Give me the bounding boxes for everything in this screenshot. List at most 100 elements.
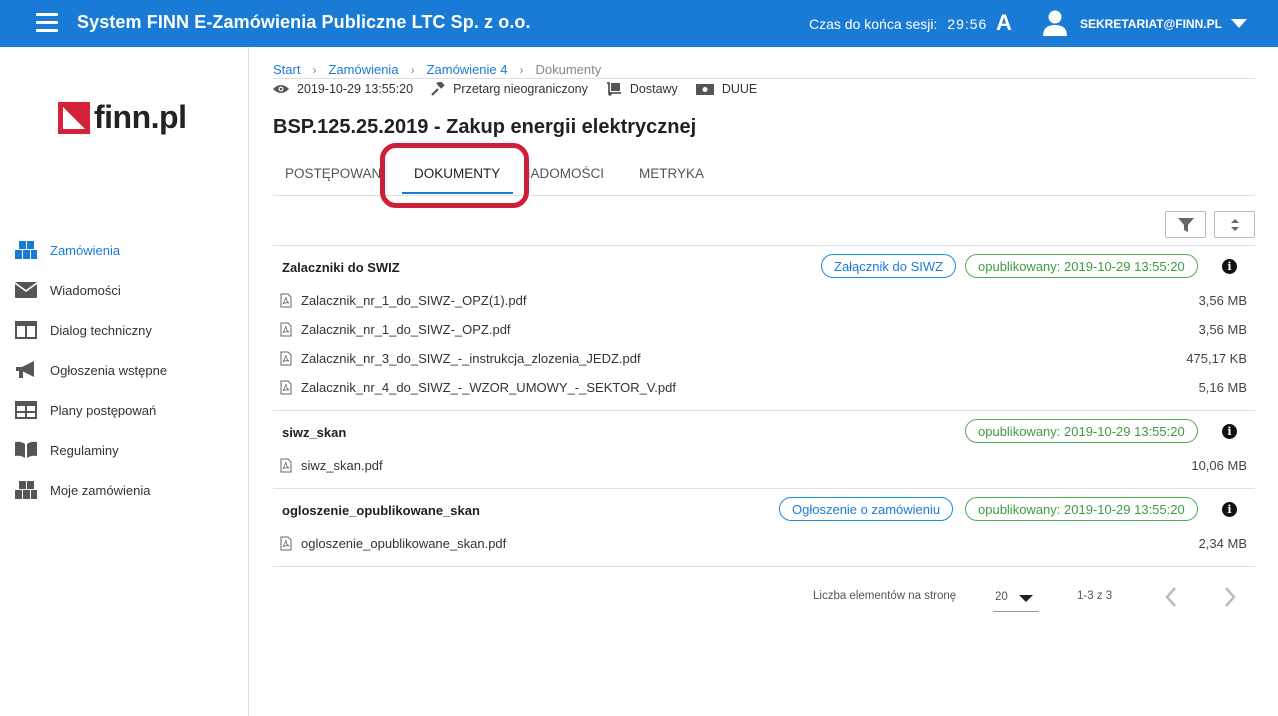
page-title: BSP.125.25.2019 - Zakup energii elektryc… [273, 116, 697, 138]
sidebar-item-label: Plany postępowań [50, 402, 157, 418]
page-size-label: Liczba elementów na stronę [813, 590, 957, 602]
sidebar-nav: Zamówienia Wiadomości Dialog techniczny … [0, 230, 248, 510]
tab-metryka[interactable]: METRYKA [639, 166, 704, 181]
sidebar-item-regulaminy[interactable]: Regulaminy [0, 430, 248, 470]
chevron-right-icon: › [312, 62, 317, 77]
group-title: ogloszenie_opublikowane_skan [282, 503, 480, 518]
document-group: siwz_skan opublikowany: 2019-10-29 13:55… [273, 411, 1255, 488]
page-range: 1-3 z 3 [1077, 590, 1113, 602]
breadcrumb-current: Dokumenty [535, 62, 602, 77]
file-name[interactable]: Zalacznik_nr_4_do_SIWZ_-_WZOR_UMOWY_-_SE… [301, 380, 676, 395]
envelope-icon [14, 280, 38, 300]
gavel-icon [431, 82, 445, 96]
file-size: 475,17 KB [1186, 351, 1247, 366]
eye-icon [273, 85, 289, 93]
file-row: Zalacznik_nr_3_do_SIWZ_-_instrukcja_zloz… [273, 344, 1255, 373]
file-name[interactable]: ogloszenie_opublikowane_skan.pdf [301, 536, 506, 551]
info-icon[interactable]: i [1222, 259, 1237, 274]
pdf-file-icon [280, 458, 292, 473]
boxes-icon [14, 240, 38, 260]
menu-icon[interactable] [36, 13, 58, 33]
boxes-icon [14, 480, 38, 500]
divider [273, 78, 1255, 79]
file-size: 2,34 MB [1198, 536, 1247, 551]
file-name[interactable]: siwz_skan.pdf [301, 458, 383, 473]
sidebar-item-label: Moje zamówienia [50, 482, 151, 498]
pdf-file-icon [280, 293, 292, 308]
next-page-button[interactable] [1216, 584, 1242, 610]
sidebar-item-zamowienia[interactable]: Zamówienia [0, 230, 248, 270]
info-icon[interactable]: i [1222, 502, 1237, 517]
sidebar-item-label: Zamówienia [50, 242, 121, 258]
meta-duue: DUUE [695, 82, 758, 96]
status-badge: opublikowany: 2019-10-29 13:55:20 [965, 254, 1198, 278]
sidebar: finn.pl Zamówienia Wiadomości Dialog tec… [0, 47, 249, 716]
sidebar-item-moje-zamowienia[interactable]: Moje zamówienia [0, 470, 248, 510]
font-size-toggle[interactable]: A [996, 10, 1012, 36]
table-icon [14, 400, 38, 420]
tab-postepowanie[interactable]: POSTĘPOWANIE [285, 166, 380, 181]
file-size: 3,56 MB [1198, 293, 1247, 308]
page-size-select[interactable]: 20 [993, 582, 1039, 612]
file-row: Zalacznik_nr_1_do_SIWZ-_OPZ.pdf 3,56 MB [273, 315, 1255, 344]
meta-procedure-text: Przetarg nieograniczony [453, 82, 588, 96]
info-icon[interactable]: i [1222, 424, 1237, 439]
page-size-value: 20 [995, 591, 1008, 603]
user-email[interactable]: SEKRETARIAT@FINN.PL [1080, 17, 1222, 31]
file-name[interactable]: Zalacznik_nr_1_do_SIWZ-_OPZ(1).pdf [301, 293, 526, 308]
group-title: siwz_skan [282, 425, 347, 440]
sidebar-item-wiadomosci[interactable]: Wiadomości [0, 270, 248, 310]
status-badge: opublikowany: 2019-10-29 13:55:20 [965, 419, 1198, 443]
category-chip: Ogłoszenie o zamówieniu [779, 497, 954, 521]
chevron-right-icon: › [410, 62, 415, 77]
file-name[interactable]: Zalacznik_nr_3_do_SIWZ_-_instrukcja_zloz… [301, 351, 641, 366]
session-time: 29:56 [947, 16, 988, 32]
meta-type-text: Dostawy [629, 82, 678, 96]
pdf-file-icon [280, 380, 292, 395]
logo: finn.pl [58, 99, 187, 136]
sidebar-item-ogloszenia[interactable]: Ogłoszenia wstępne [0, 350, 248, 390]
category-chip: Załącznik do SIWZ [821, 254, 957, 278]
tab-wiadomosci[interactable]: WIADOMOŚCI [525, 166, 615, 181]
chevron-down-icon[interactable] [1231, 19, 1247, 28]
procedure-meta: 2019-10-29 13:55:20 Przetarg nieogranicz… [273, 82, 775, 96]
top-bar: System FINN E-Zamówienia Publiczne LTC S… [0, 0, 1278, 47]
file-row: siwz_skan.pdf 10,06 MB [273, 451, 1255, 480]
book-icon [14, 440, 38, 460]
group-title: Zalaczniki do SWIZ [282, 260, 400, 275]
breadcrumb-start[interactable]: Start [273, 62, 300, 77]
user-icon[interactable] [1043, 10, 1067, 36]
filter-icon [1177, 217, 1194, 232]
app-title: System FINN E-Zamówienia Publiczne LTC S… [77, 12, 531, 32]
divider [273, 566, 1255, 567]
sidebar-item-label: Ogłoszenia wstępne [50, 362, 168, 378]
tab-wiadomosci-label: WIADOMOŚCI [525, 166, 604, 181]
pdf-file-icon [280, 536, 292, 551]
chevron-right-icon: › [519, 62, 524, 77]
sidebar-item-dialog[interactable]: Dialog techniczny [0, 310, 248, 350]
file-name[interactable]: Zalacznik_nr_1_do_SIWZ-_OPZ.pdf [301, 322, 511, 337]
file-row: Zalacznik_nr_4_do_SIWZ_-_WZOR_UMOWY_-_SE… [273, 373, 1255, 402]
pdf-file-icon [280, 351, 292, 366]
sort-button[interactable] [1214, 211, 1255, 238]
file-row: ogloszenie_opublikowane_skan.pdf 2,34 MB [273, 529, 1255, 558]
status-badge: opublikowany: 2019-10-29 13:55:20 [965, 497, 1198, 521]
document-group: Zalaczniki do SWIZ Załącznik do SIWZ opu… [273, 246, 1255, 410]
breadcrumb: Start › Zamówienia › Zamówienie 4 › Doku… [273, 62, 601, 77]
megaphone-icon [14, 360, 38, 380]
file-size: 5,16 MB [1198, 380, 1247, 395]
file-size: 3,56 MB [1198, 322, 1247, 337]
highlight-annotation [380, 143, 529, 208]
breadcrumb-zamowienia[interactable]: Zamówienia [328, 62, 398, 77]
sidebar-item-label: Regulaminy [50, 442, 119, 458]
meta-duue-text: DUUE [721, 82, 758, 96]
file-row: Zalacznik_nr_1_do_SIWZ-_OPZ(1).pdf 3,56 … [273, 286, 1255, 315]
caret-down-icon [1019, 595, 1033, 602]
finn-logo-icon [58, 101, 90, 134]
logo-text: finn.pl [94, 99, 187, 135]
breadcrumb-zamowienie[interactable]: Zamówienie 4 [427, 62, 508, 77]
session-timer: Czas do końca sesji: 29:56 [809, 16, 987, 32]
previous-page-button[interactable] [1159, 584, 1185, 610]
filter-button[interactable] [1165, 211, 1206, 238]
sidebar-item-plany[interactable]: Plany postępowań [0, 390, 248, 430]
